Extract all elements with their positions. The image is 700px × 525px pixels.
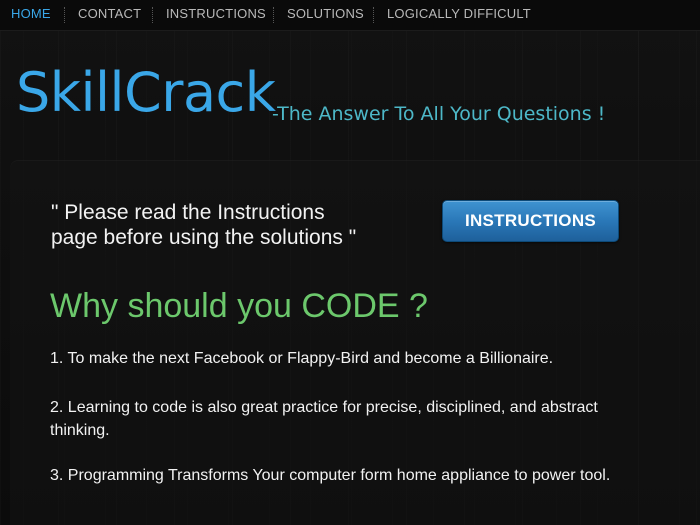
nav-home-link[interactable]: HOME: [11, 0, 51, 30]
nav-separator: [373, 7, 374, 23]
instructions-button[interactable]: INSTRUCTIONS: [442, 200, 619, 242]
reason-item-1: 1. To make the next Facebook or Flappy-B…: [50, 350, 554, 367]
reason-item-2: 2. Learning to code is also great practi…: [50, 399, 598, 439]
nav-instructions-link[interactable]: INSTRUCTIONS: [166, 0, 266, 30]
site-logo[interactable]: SkillCrack: [16, 58, 276, 128]
instructions-notice: " Please read the Instructions page befo…: [51, 200, 431, 250]
nav-logically-difficult-link[interactable]: LOGICALLY DIFFICULT: [387, 0, 531, 30]
site-tagline: -The Answer To All Your Questions !: [272, 103, 606, 125]
nav-separator: [64, 7, 65, 23]
nav-separator: [152, 7, 153, 23]
nav-solutions-link[interactable]: SOLUTIONS: [287, 0, 364, 30]
notice-line-1: " Please read the Instructions: [51, 201, 325, 224]
nav-separator: [273, 7, 274, 23]
why-code-heading: Why should you CODE ?: [50, 287, 428, 325]
notice-line-2: page before using the solutions ": [51, 226, 357, 249]
page: HOME CONTACT INSTRUCTIONS SOLUTIONS LOGI…: [0, 0, 700, 525]
nav-contact-link[interactable]: CONTACT: [78, 0, 141, 30]
top-nav: HOME CONTACT INSTRUCTIONS SOLUTIONS LOGI…: [0, 0, 700, 31]
reason-item-3: 3. Programming Transforms Your computer …: [50, 467, 611, 484]
